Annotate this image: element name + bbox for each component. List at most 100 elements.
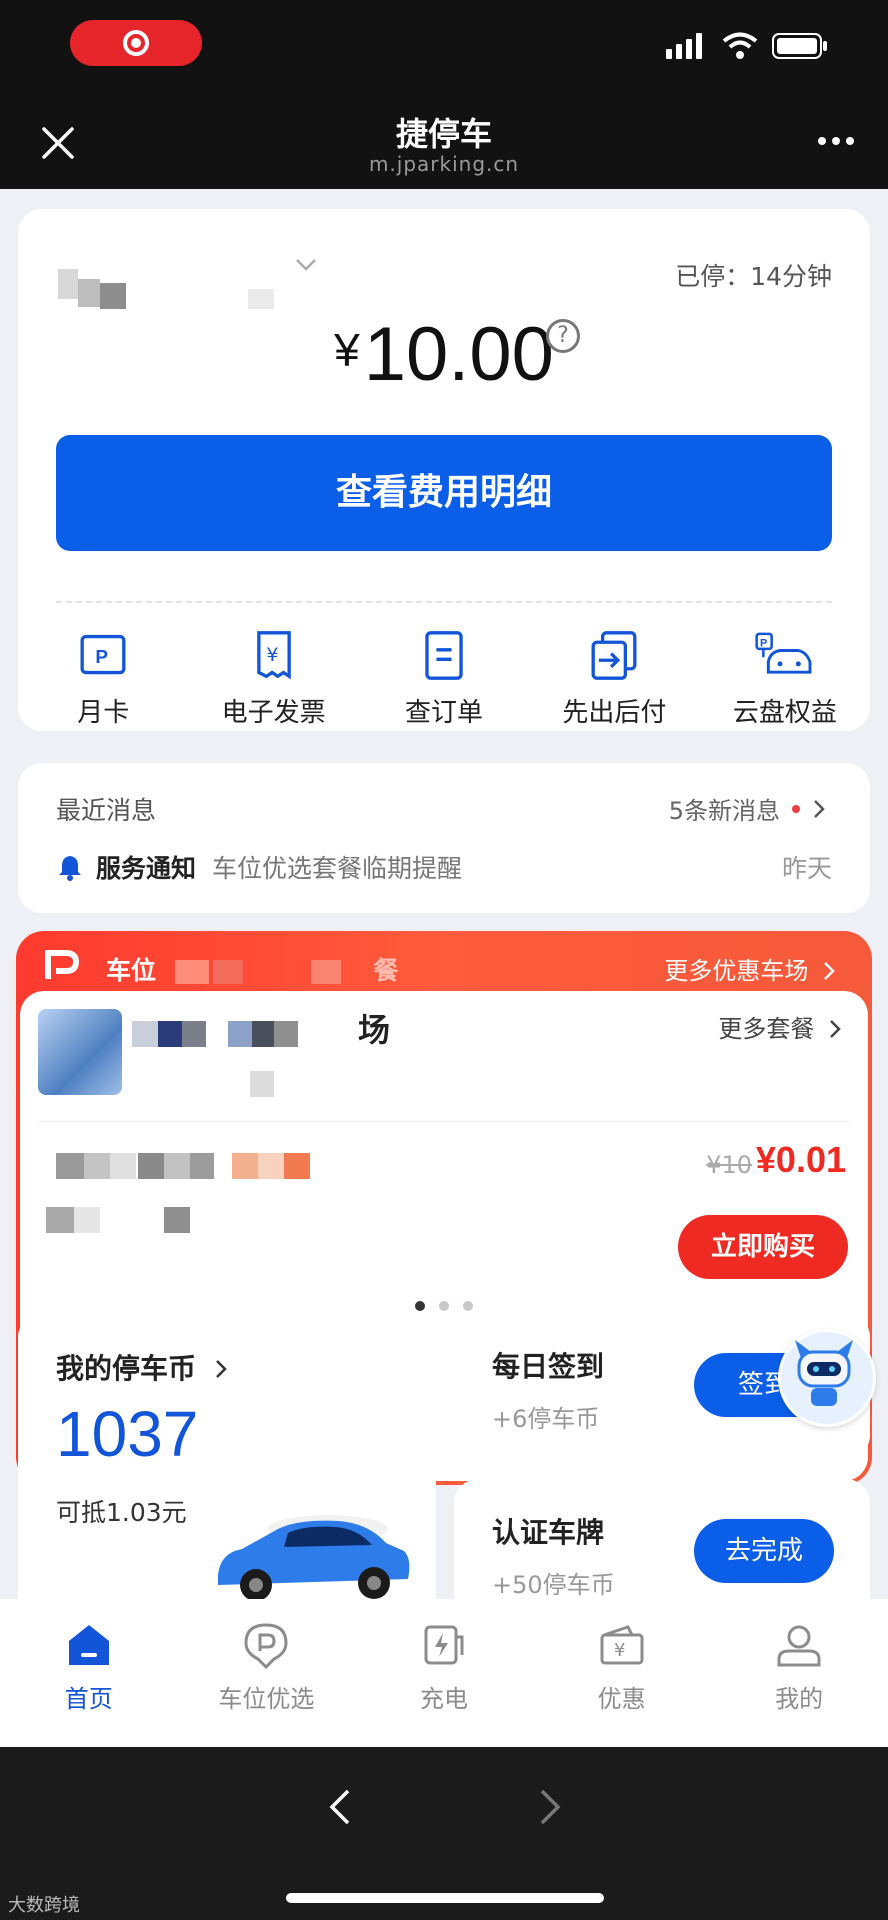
blurred-text	[174, 960, 341, 984]
parking-logo-icon	[45, 950, 80, 979]
screen-recording-indicator[interactable]	[70, 20, 202, 66]
quick-action-label: 月卡	[77, 698, 130, 728]
quick-action-exit-pay-later[interactable]: 先出后付	[529, 629, 699, 729]
chevron-right-icon	[215, 1360, 227, 1378]
quick-action-label: 电子发票	[221, 698, 326, 728]
blurred-package-info	[46, 1153, 310, 1233]
carousel-indicator	[20, 1301, 868, 1311]
license-plate-selector[interactable]	[58, 269, 278, 313]
quick-action-cloud-benefit[interactable]: P 云盘权益	[700, 629, 870, 729]
cloud-benefit-icon: P	[755, 632, 812, 674]
original-price: ¥10	[706, 1151, 752, 1179]
verify-plate-card: 认证车牌 +50停车币 去完成	[454, 1479, 870, 1599]
quick-action-label: 云盘权益	[732, 698, 837, 728]
task-title: 认证车牌	[492, 1516, 605, 1549]
assistant-robot-icon[interactable]	[778, 1329, 876, 1427]
system-icons	[666, 32, 828, 60]
watermark: 大数跨境	[8, 1895, 80, 1916]
svg-text:P: P	[96, 647, 109, 668]
main-content: 已停：14分钟 ¥10.00 ? 查看费用明细 P 月卡 ¥ 电子发票 查订单 …	[0, 189, 888, 1599]
robot-icon	[795, 1340, 853, 1406]
carousel-dot[interactable]	[463, 1301, 473, 1311]
coins-title-label: 我的停车币	[56, 1352, 197, 1385]
tab-label: 车位优选	[218, 1685, 315, 1713]
tab-label: 优惠	[597, 1685, 646, 1713]
divider	[56, 601, 832, 603]
coins-worth: 可抵1.03元	[56, 1498, 187, 1527]
status-bar	[0, 0, 888, 95]
tab-coupons[interactable]: ¥ 优惠	[533, 1599, 711, 1747]
chevron-right-icon	[830, 1020, 841, 1038]
view-fee-detail-button[interactable]: 查看费用明细	[56, 435, 832, 551]
charging-icon	[424, 1625, 464, 1665]
promo-title: 车位 餐	[106, 951, 398, 987]
tab-profile[interactable]: 我的	[710, 1599, 888, 1747]
browser-nav-bar: 大数跨境	[0, 1747, 888, 1920]
fee-amount: 10.00	[363, 312, 554, 397]
parking-coins-card[interactable]: 我的停车币 1037 可抵1.03元	[18, 1313, 436, 1599]
help-icon[interactable]: ?	[546, 319, 580, 353]
monthly-card-icon: P	[80, 634, 126, 675]
record-icon	[123, 30, 149, 56]
complete-task-button[interactable]: 去完成	[694, 1519, 834, 1583]
task-reward: +50停车币	[492, 1571, 615, 1599]
forward-icon[interactable]	[538, 1787, 562, 1827]
more-icon[interactable]	[816, 135, 856, 147]
page-domain: m.jparking.cn	[368, 152, 520, 176]
more-packages-link[interactable]: 更多套餐	[718, 1009, 842, 1044]
message-time: 昨天	[781, 854, 832, 883]
currency-symbol: ¥	[334, 324, 360, 376]
promo-title-start: 车位	[106, 956, 157, 985]
order-icon	[425, 631, 463, 680]
message-text: 车位优选套餐临期提醒	[212, 854, 463, 883]
wifi-icon	[722, 32, 758, 59]
quick-action-label: 查订单	[405, 698, 484, 728]
tab-home[interactable]: 首页	[0, 1599, 178, 1747]
browser-title-bar: 捷停车 m.jparking.cn	[0, 95, 888, 189]
home-indicator[interactable]	[286, 1893, 604, 1903]
chevron-right-icon	[814, 799, 825, 818]
parking-fee-card: 已停：14分钟 ¥10.00 ? 查看费用明细 P 月卡 ¥ 电子发票 查订单 …	[18, 209, 870, 731]
back-icon[interactable]	[328, 1787, 352, 1827]
parking-fee: ¥10.00	[18, 311, 870, 398]
page-title: 捷停车	[395, 115, 492, 153]
new-messages-link[interactable]: 5条新消息	[669, 791, 826, 826]
more-packages-label: 更多套餐	[718, 1015, 815, 1043]
recent-messages-card[interactable]: 最近消息 5条新消息 服务通知 车位优选套餐临期提醒 昨天	[18, 763, 870, 913]
blurred-lot-name	[132, 1021, 298, 1097]
carousel-dot[interactable]	[415, 1301, 425, 1311]
coins-balance: 1037	[56, 1398, 199, 1470]
svg-text:¥: ¥	[614, 1640, 625, 1661]
task-reward: +6停车币	[492, 1405, 600, 1433]
tab-charging[interactable]: 充电	[355, 1599, 533, 1747]
more-deal-lots-label: 更多优惠车场	[664, 957, 809, 985]
promo-title-end: 餐	[373, 956, 399, 985]
quick-action-monthly-card[interactable]: P 月卡	[18, 629, 188, 729]
buy-now-button[interactable]: 立即购买	[678, 1215, 848, 1279]
coins-title[interactable]: 我的停车币	[56, 1347, 228, 1387]
bottom-tab-bar: 首页 车位优选 充电 ¥ 优惠 我的	[0, 1599, 888, 1747]
quick-action-invoice[interactable]: ¥ 电子发票	[188, 629, 358, 729]
quick-action-orders[interactable]: 查订单	[359, 629, 529, 729]
parking-lot-image	[38, 1009, 122, 1095]
svg-text:P: P	[760, 637, 767, 649]
tab-label: 首页	[64, 1685, 113, 1713]
invoice-icon: ¥	[256, 631, 291, 680]
unread-dot	[792, 804, 800, 813]
parking-select-icon	[244, 1623, 288, 1669]
tab-label: 我的	[775, 1685, 824, 1713]
parked-duration: 已停：14分钟	[675, 262, 832, 291]
car-illustration	[218, 1515, 410, 1599]
messages-header: 最近消息	[56, 796, 157, 825]
quick-actions: P 月卡 ¥ 电子发票 查订单 先出后付 P 云盘权益	[18, 629, 870, 729]
battery-icon	[772, 33, 827, 59]
signal-icon	[666, 33, 702, 59]
more-deal-lots-link[interactable]: 更多优惠车场	[664, 951, 836, 986]
profile-icon	[777, 1625, 821, 1667]
chevron-down-icon[interactable]	[294, 257, 318, 273]
divider	[38, 1121, 850, 1122]
tab-parking-select[interactable]: 车位优选	[178, 1599, 356, 1747]
parking-lot-name: 场	[358, 1011, 391, 1049]
message-item[interactable]: 服务通知 车位优选套餐临期提醒 昨天	[56, 849, 832, 885]
carousel-dot[interactable]	[439, 1301, 449, 1311]
